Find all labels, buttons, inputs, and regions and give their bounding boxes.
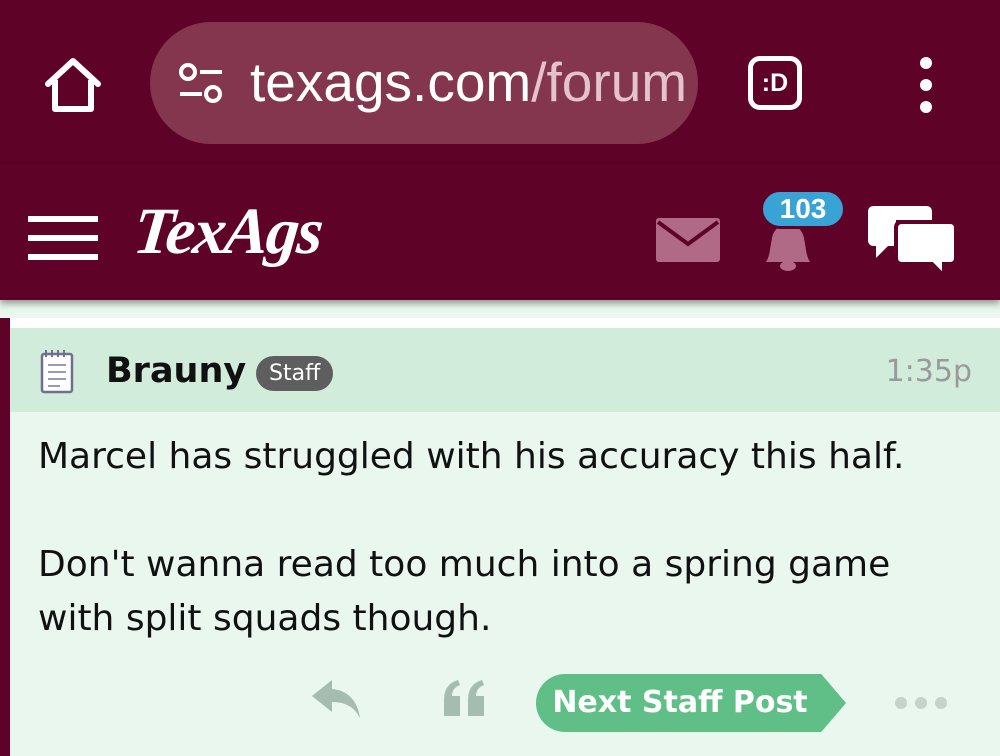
note-icon: [40, 350, 74, 394]
tab-switcher-button[interactable]: :D: [748, 56, 802, 110]
address-bar[interactable]: texags.com/forum: [150, 22, 698, 144]
site-header: TexAgs 103: [0, 164, 1000, 300]
post-paragraph: Marcel has struggled with his accuracy t…: [38, 436, 905, 477]
url-host: texags.com: [250, 51, 532, 113]
reply-icon[interactable]: [308, 676, 364, 722]
post-body: Marcel has struggled with his accuracy t…: [38, 430, 978, 646]
quote-icon[interactable]: [440, 676, 488, 720]
post-accent-bar: [0, 318, 10, 756]
post-time: 1:35p: [885, 354, 972, 389]
more-vertical-icon[interactable]: [908, 55, 944, 115]
post-divider: [0, 318, 1000, 328]
notification-count-badge[interactable]: 103: [760, 189, 846, 229]
site-logo[interactable]: TexAgs: [130, 194, 325, 270]
next-staff-post-button[interactable]: Next Staff Post: [536, 674, 846, 732]
browser-toolbar: texags.com/forum :D: [0, 0, 1000, 164]
chat-bubbles-icon[interactable]: [862, 200, 962, 280]
post-header: Brauny Staff 1:35p: [10, 328, 1000, 412]
post-author[interactable]: Brauny: [106, 349, 246, 393]
url-path: /forum: [531, 51, 688, 113]
hamburger-icon[interactable]: [28, 212, 98, 264]
home-icon[interactable]: [40, 52, 106, 118]
forum-post: Brauny Staff 1:35p Marcel has struggled …: [0, 318, 1000, 756]
bell-icon[interactable]: [752, 222, 824, 272]
staff-badge: Staff: [256, 356, 334, 391]
post-paragraph: Don't wanna read too much into a spring …: [38, 544, 891, 639]
more-horizontal-icon[interactable]: [892, 694, 950, 712]
tune-icon[interactable]: [176, 62, 226, 106]
mail-icon[interactable]: [654, 216, 722, 264]
url-text[interactable]: texags.com/forum: [250, 52, 687, 112]
